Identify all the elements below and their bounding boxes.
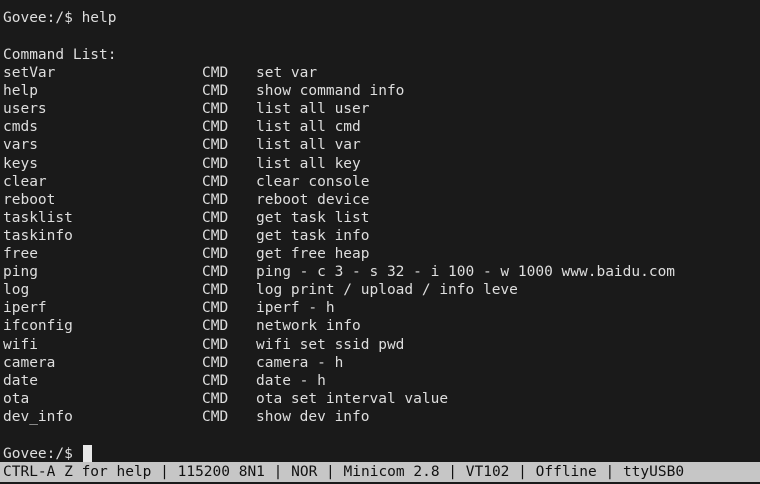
status-program: Minicom 2.8 [343, 464, 440, 480]
command-row: ifconfig CMD network info [0, 317, 760, 335]
command-type: CMD [202, 318, 229, 335]
current-prompt-line[interactable]: Govee:/$ [3, 445, 92, 463]
command-row: ping CMD ping - c 3 - s 32 - i 100 - w 100… [0, 263, 760, 281]
command-row: cmds CMD list all cmd [0, 118, 760, 136]
command-description: get task list [256, 209, 370, 226]
command-name: iperf [3, 300, 47, 317]
command-row: vars CMD list all var [0, 136, 760, 154]
command-description: log print / upload / info leve [256, 282, 518, 299]
command-description: network info [256, 318, 361, 335]
command-type: CMD [202, 390, 229, 407]
command-name: help [3, 83, 38, 100]
command-type: CMD [202, 65, 229, 81]
command-row: reboot CMD reboot device [0, 191, 760, 209]
command-type: CMD [202, 246, 229, 262]
status-mode: NOR [291, 464, 318, 480]
command-row: help CMD show command info [0, 82, 760, 100]
status-help-hint: CTRL-A Z for help [3, 464, 152, 480]
command-type: CMD [202, 155, 229, 172]
command-description: ping - c 3 - s 32 - i 100 - w 1000 www.b… [256, 264, 676, 281]
command-type: CMD [202, 300, 229, 317]
command-name: log [3, 282, 30, 299]
command-name: reboot [3, 191, 56, 208]
command-row: clear CMD clear console [0, 173, 760, 191]
command-name: ifconfig [3, 318, 73, 335]
command-type: CMD [202, 227, 229, 244]
command-name: dev_info [3, 408, 73, 425]
command-description: get task info [256, 227, 370, 244]
command-type: CMD [202, 119, 229, 136]
command-description: list all user [256, 101, 370, 118]
command-type: CMD [202, 173, 229, 190]
command-name: wifi [3, 336, 38, 353]
command-name: setVar [3, 65, 56, 81]
command-row: taskinfo CMD get task info [0, 227, 760, 245]
command-type: CMD [202, 336, 229, 353]
command-type: CMD [202, 354, 229, 371]
command-row: date CMD date - h [0, 372, 760, 390]
status-device: ttyUSB0 [622, 464, 685, 480]
command-type: CMD [202, 137, 229, 154]
command-type: CMD [202, 408, 229, 425]
command-type: CMD [202, 101, 229, 118]
status-terminal: VT102 [465, 464, 510, 480]
command-type: CMD [202, 83, 229, 100]
command-row: setVar CMD set var [0, 64, 760, 82]
command-type: CMD [202, 282, 229, 299]
command-description: date - h [256, 372, 326, 389]
command-row: tasklist CMD get task list [0, 209, 760, 227]
command-list-header: Command List: [3, 47, 117, 63]
command-row: ota CMD ota set interval value [0, 390, 760, 408]
status-state: Offline [535, 464, 597, 480]
command-name: date [3, 372, 38, 389]
command-type: CMD [202, 372, 229, 389]
command-row: log CMD log print / upload / info leve [0, 281, 760, 299]
command-type: CMD [202, 191, 229, 208]
prompt-text: Govee:/$ [3, 446, 82, 462]
text-cursor [82, 445, 92, 462]
command-name: keys [3, 155, 38, 172]
command-description: iperf - h [256, 300, 335, 317]
command-type: CMD [202, 209, 229, 226]
command-description: show dev info [256, 408, 370, 425]
command-row: keys CMD list all key [0, 155, 760, 173]
command-name: taskinfo [3, 227, 73, 244]
status-baud: 115200 8N1 [177, 464, 265, 480]
command-description: list all key [256, 155, 361, 172]
command-description: set var [256, 65, 318, 81]
command-description: list all cmd [256, 119, 361, 136]
command-row: iperf CMD iperf - h [0, 299, 760, 317]
command-description: ota set interval value [256, 390, 449, 407]
command-name: tasklist [3, 209, 73, 226]
command-name: vars [3, 137, 38, 154]
status-bar: CTRL-A Z for help | 115200 8N1 | NOR | M… [0, 462, 760, 482]
command-description: camera - h [256, 354, 344, 371]
command-name: ota [3, 390, 30, 407]
command-row: users CMD list all user [0, 100, 760, 118]
command-description: list all var [256, 137, 361, 154]
command-name: free [3, 246, 38, 262]
command-description: wifi set ssid pwd [256, 336, 405, 353]
command-name: camera [3, 354, 56, 371]
command-name: cmds [3, 119, 38, 136]
command-name: users [3, 101, 47, 118]
command-row: camera CMD camera - h [0, 354, 760, 372]
terminal-window[interactable]: Govee:/$ help Command List: setVar CMD set… [0, 0, 760, 484]
command-type: CMD [202, 264, 229, 281]
command-row: dev_info CMD show dev info [0, 408, 760, 426]
command-description: get free heap [256, 246, 370, 262]
prompt-history-line: Govee:/$ help [3, 10, 117, 26]
command-row: wifi CMD wifi set ssid pwd [0, 336, 760, 354]
command-description: clear console [256, 173, 370, 190]
command-row: free CMD get free heap [0, 245, 760, 263]
command-name: clear [3, 173, 47, 190]
command-description: show command info [256, 83, 405, 100]
command-name: ping [3, 264, 38, 281]
command-description: reboot device [256, 191, 370, 208]
